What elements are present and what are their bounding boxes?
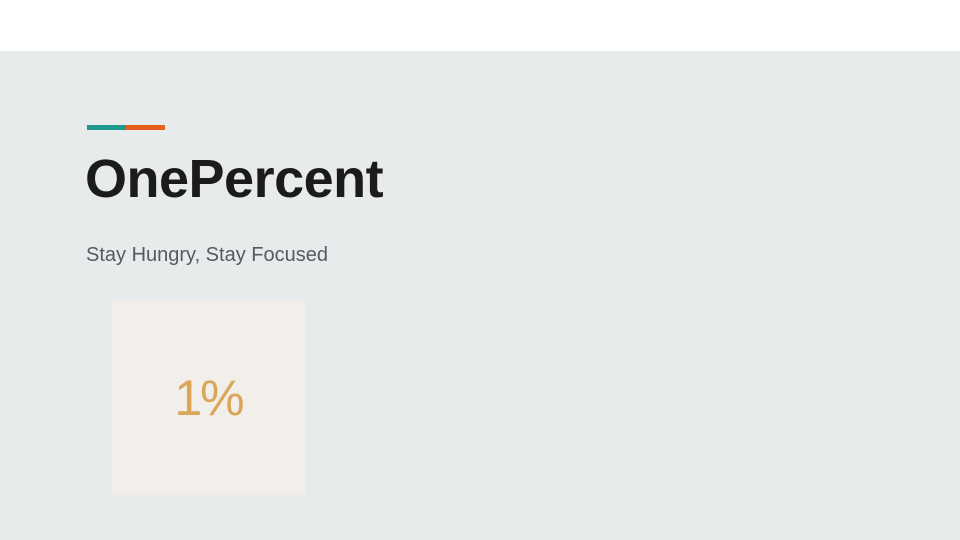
title-slide: OnePercent Stay Hungry, Stay Focused 1% bbox=[0, 51, 960, 540]
accent-bar bbox=[87, 125, 165, 130]
top-blank-strip bbox=[0, 0, 960, 51]
logo-image: 1% bbox=[112, 301, 305, 495]
slide-title: OnePercent bbox=[85, 149, 384, 209]
accent-bar-teal bbox=[87, 125, 126, 130]
accent-bar-orange bbox=[126, 125, 165, 130]
logo-text: 1% bbox=[174, 370, 244, 426]
slide-subtitle: Stay Hungry, Stay Focused bbox=[86, 244, 328, 266]
